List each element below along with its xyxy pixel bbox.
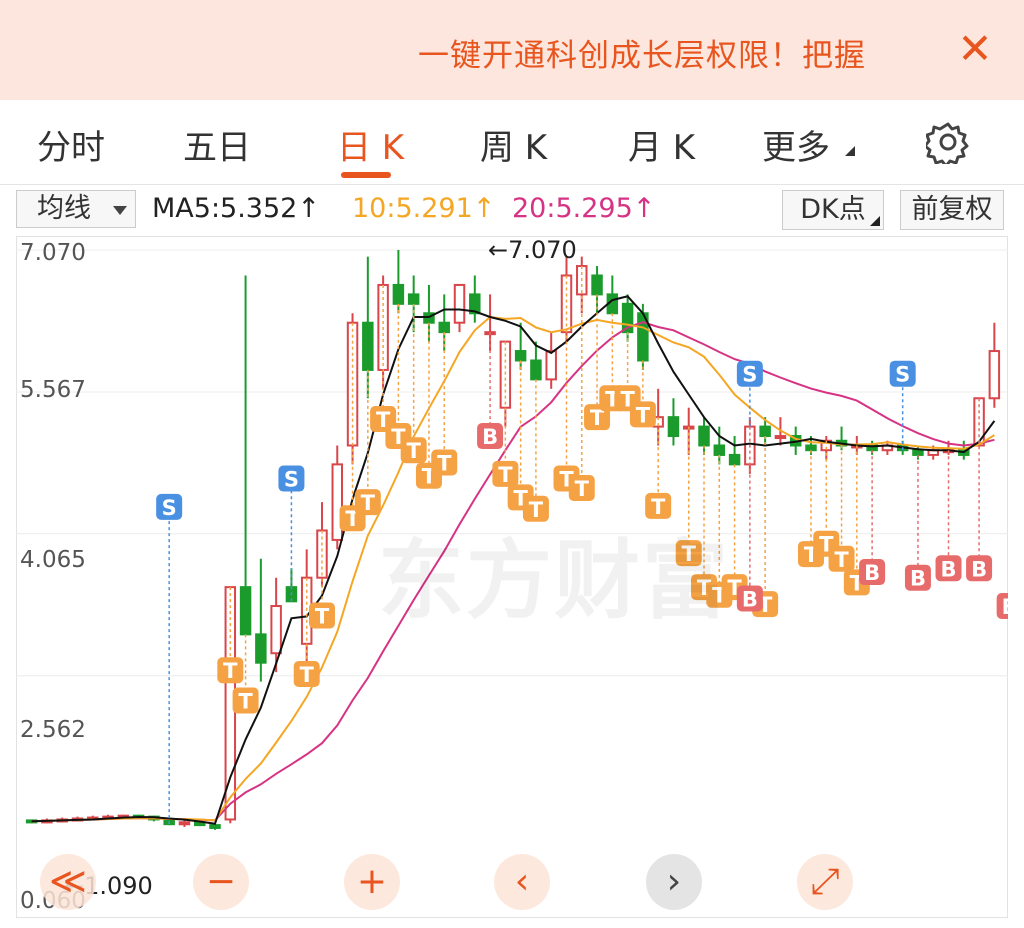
signal-s-label: S bbox=[162, 496, 177, 520]
candle-body bbox=[514, 350, 527, 362]
signal-t-label: T bbox=[834, 548, 849, 572]
y-tick-label: 4.065 bbox=[20, 547, 86, 573]
zoom-out-button[interactable]: − bbox=[193, 854, 249, 910]
dk-point-label: DK点 bbox=[800, 194, 866, 225]
signal-b-label: B bbox=[971, 557, 987, 581]
fullscreen-button[interactable]: ⤢ bbox=[797, 854, 853, 910]
signal-t-label: T bbox=[361, 491, 376, 515]
signal-t-label: T bbox=[575, 477, 590, 501]
candle-body bbox=[239, 586, 252, 636]
signal-t-label: T bbox=[223, 659, 238, 683]
signal-t-label: T bbox=[636, 403, 651, 427]
tab-daily-k[interactable]: 日 K bbox=[337, 120, 404, 169]
tab-intraday[interactable]: 分时 bbox=[37, 120, 105, 169]
caret-down-icon bbox=[113, 206, 127, 215]
tab-more[interactable]: 更多 bbox=[762, 120, 830, 169]
next-button[interactable]: › bbox=[646, 854, 702, 910]
ma20-value: 20:5.295↑ bbox=[512, 193, 656, 224]
signal-t-label: T bbox=[437, 451, 452, 475]
candle-body bbox=[591, 274, 603, 296]
signal-b-label: B bbox=[742, 587, 758, 611]
signal-b-label: B bbox=[1002, 595, 1008, 619]
signal-s-label: S bbox=[895, 363, 910, 387]
tab-five-day[interactable]: 五日 bbox=[183, 120, 251, 169]
indicator-select[interactable]: 均线 bbox=[16, 190, 136, 228]
candle-body bbox=[728, 453, 741, 466]
active-tab-indicator bbox=[341, 172, 391, 178]
ma10-value: 10:5.291↑ bbox=[352, 193, 496, 224]
candle-body bbox=[988, 350, 1001, 400]
signal-b-label: B bbox=[910, 567, 926, 591]
candle-body bbox=[178, 821, 191, 826]
candle-body bbox=[438, 321, 450, 334]
close-icon[interactable]: ✕ bbox=[952, 26, 998, 72]
promo-banner-text[interactable]: 一键开通科创成长层权限！把握 bbox=[418, 30, 923, 75]
gear-icon[interactable] bbox=[926, 120, 970, 164]
dk-point-button[interactable]: DK点 bbox=[782, 190, 884, 230]
corner-triangle-icon bbox=[870, 216, 880, 226]
candle-body bbox=[774, 435, 787, 440]
candle-body bbox=[453, 283, 466, 324]
candle-body bbox=[530, 359, 542, 381]
high-marker: ←7.070 bbox=[488, 236, 577, 264]
signal-t-label: T bbox=[238, 689, 253, 713]
signal-t-label: T bbox=[315, 604, 330, 628]
candle-body bbox=[209, 824, 221, 829]
signal-s-label: S bbox=[742, 363, 757, 387]
signal-b-label: B bbox=[482, 425, 498, 449]
candle-body bbox=[805, 444, 817, 452]
ma5-value: MA5:5.352↑ bbox=[152, 193, 320, 224]
y-tick-label: 5.567 bbox=[20, 377, 86, 403]
signal-t-label: T bbox=[498, 463, 513, 487]
signal-t-label: T bbox=[300, 663, 315, 687]
candle-body bbox=[713, 444, 726, 456]
candle-body bbox=[407, 293, 420, 305]
candle-body bbox=[270, 605, 282, 655]
zoom-in-button[interactable]: + bbox=[344, 854, 400, 910]
signal-b-label: B bbox=[864, 561, 880, 585]
candle-body bbox=[545, 350, 557, 381]
candle-body bbox=[255, 633, 267, 664]
candle-body bbox=[392, 283, 405, 305]
tab-weekly-k[interactable]: 周 K bbox=[480, 120, 547, 169]
candle-body bbox=[698, 425, 710, 447]
watermark: 东方财富 bbox=[378, 531, 730, 631]
signal-b-label: B bbox=[941, 557, 957, 581]
candle-body bbox=[912, 449, 924, 456]
y-tick-label: 2.562 bbox=[20, 717, 86, 743]
signal-s-label: S bbox=[284, 468, 299, 492]
chevron-down-icon bbox=[845, 146, 855, 156]
previous-button[interactable]: ‹ bbox=[494, 854, 550, 910]
indicator-toolbar: 均线 MA5:5.352↑ 10:5.291↑ 20:5.295↑ DK点 前复… bbox=[0, 185, 1024, 235]
adjust-button[interactable]: 前复权 bbox=[900, 190, 1004, 230]
tab-monthly-k[interactable]: 月 K bbox=[628, 120, 695, 169]
candle-body bbox=[759, 425, 771, 438]
signal-t-label: T bbox=[407, 439, 422, 463]
candle-body bbox=[362, 321, 374, 371]
scroll-to-start-button[interactable]: ≪ bbox=[40, 854, 96, 910]
y-tick-label: 7.070 bbox=[20, 240, 86, 266]
candle-body bbox=[667, 416, 680, 438]
promo-banner[interactable]: 一键开通科创成长层权限！把握 ✕ bbox=[0, 0, 1024, 100]
indicator-select-label: 均线 bbox=[37, 193, 91, 224]
period-tabs: 分时 五日 日 K 周 K 月 K 更多 bbox=[0, 100, 1024, 184]
